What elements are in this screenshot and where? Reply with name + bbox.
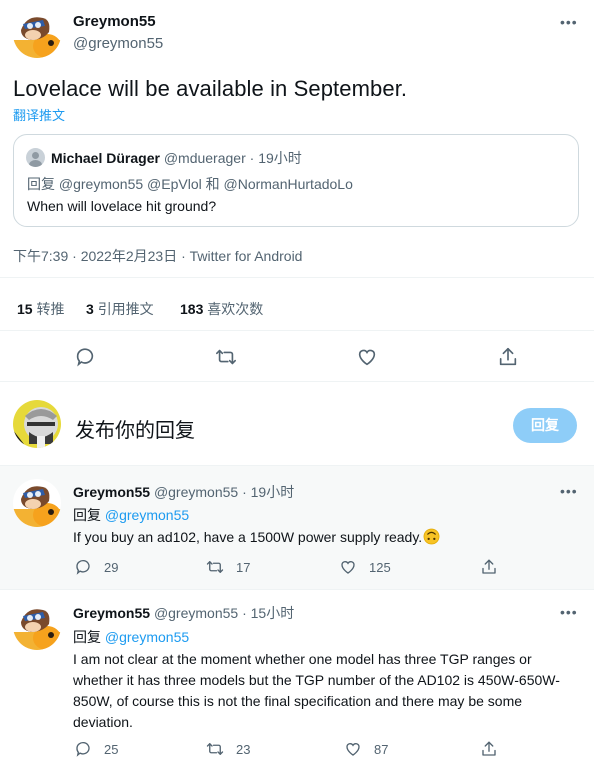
- reply-count: 25: [104, 741, 119, 757]
- quoted-author-avatar: [26, 148, 45, 167]
- reply-author-handle[interactable]: @greymon55: [154, 605, 238, 621]
- reply-author-avatar[interactable]: [13, 479, 61, 527]
- like-count: 125: [369, 559, 391, 575]
- user-avatar[interactable]: [13, 400, 61, 448]
- divider: [0, 381, 594, 382]
- like-icon[interactable]: [344, 740, 362, 758]
- likes-count: 183: [180, 301, 204, 317]
- reply-input[interactable]: 发布你的回复: [75, 414, 195, 443]
- reply-icon[interactable]: [74, 346, 96, 368]
- author-name[interactable]: Greymon55: [73, 13, 156, 30]
- divider: [0, 277, 594, 278]
- retweets-label: 转推: [36, 301, 65, 317]
- upside-down-face-icon: [423, 528, 440, 545]
- author-handle[interactable]: @greymon55: [73, 35, 163, 52]
- quotes-label: 引用推文: [97, 301, 154, 317]
- share-icon[interactable]: [497, 346, 519, 368]
- reply-action[interactable]: 29: [74, 558, 118, 576]
- reply-text: If you buy an ad102, have a 1500W power …: [73, 528, 423, 545]
- retweet-icon[interactable]: [215, 346, 237, 368]
- quoted-text: When will lovelace hit ground?: [27, 198, 217, 214]
- reply-author-name[interactable]: Greymon55: [73, 484, 150, 500]
- quoted-tweet-card[interactable]: Michael Dürager @mduerager · 19小时 回复 @gr…: [13, 134, 579, 227]
- likes-stat[interactable]: 183 喜欢次数: [180, 299, 263, 319]
- share-action[interactable]: [480, 740, 498, 758]
- divider: [0, 330, 594, 331]
- quoted-reply-to: @greymon55 @EpVlol 和 @NormanHurtadoLo: [58, 176, 353, 192]
- like-action[interactable]: 125: [339, 558, 391, 576]
- translate-link[interactable]: 翻译推文: [13, 105, 65, 124]
- tweet-meta: 下午7:39 · 2022年2月23日 · Twitter for Androi…: [13, 248, 303, 264]
- more-options-icon[interactable]: •••: [560, 14, 578, 30]
- quoted-reply-prefix: 回复: [27, 176, 55, 192]
- more-options-icon[interactable]: •••: [560, 483, 578, 499]
- retweet-count: 17: [236, 559, 251, 575]
- like-icon[interactable]: [339, 558, 357, 576]
- quotes-stat[interactable]: 3 引用推文: [86, 299, 154, 319]
- reply-icon[interactable]: [74, 558, 92, 576]
- share-icon[interactable]: [480, 558, 498, 576]
- retweets-stat[interactable]: 15 转推: [17, 299, 64, 319]
- reply-prefix: 回复: [73, 629, 101, 645]
- reply-prefix: 回复: [73, 507, 101, 523]
- likes-label: 喜欢次数: [207, 301, 264, 317]
- retweet-action[interactable]: 17: [206, 558, 250, 576]
- reply-action[interactable]: 25: [74, 740, 118, 758]
- reply-author-handle[interactable]: @greymon55: [154, 484, 238, 500]
- quoted-author-name: Michael Dürager: [51, 150, 160, 166]
- reply-author-name[interactable]: Greymon55: [73, 605, 150, 621]
- reply-time[interactable]: · 19小时: [242, 484, 294, 500]
- retweet-icon[interactable]: [206, 558, 224, 576]
- quotes-count: 3: [86, 301, 94, 317]
- like-icon[interactable]: [356, 346, 378, 368]
- reply-icon[interactable]: [74, 740, 92, 758]
- retweet-action[interactable]: 23: [206, 740, 250, 758]
- like-count: 87: [374, 741, 389, 757]
- more-options-icon[interactable]: •••: [560, 604, 578, 620]
- author-avatar[interactable]: [13, 10, 61, 58]
- reply-tweet[interactable]: Greymon55 @greymon55 · 19小时 ••• 回复 @grey…: [0, 465, 594, 589]
- reply-mention[interactable]: @greymon55: [105, 629, 189, 645]
- share-action[interactable]: [480, 558, 498, 576]
- quoted-time: · 19小时: [249, 150, 302, 166]
- reply-tweet[interactable]: Greymon55 @greymon55 · 15小时 ••• 回复 @grey…: [0, 589, 594, 764]
- share-icon[interactable]: [480, 740, 498, 758]
- reply-button[interactable]: 回复: [513, 408, 577, 443]
- reply-text: I am not clear at the moment whether one…: [73, 651, 560, 730]
- quoted-author-handle: @mduerager: [163, 150, 246, 166]
- retweet-count: 23: [236, 741, 251, 757]
- tweet-text: Lovelace will be available in September.: [13, 76, 408, 101]
- retweets-count: 15: [17, 301, 33, 317]
- retweet-icon[interactable]: [206, 740, 224, 758]
- reply-count: 29: [104, 559, 119, 575]
- reply-mention[interactable]: @greymon55: [105, 507, 189, 523]
- reply-author-avatar[interactable]: [13, 602, 61, 650]
- like-action[interactable]: 87: [344, 740, 388, 758]
- reply-time[interactable]: · 15小时: [242, 605, 294, 621]
